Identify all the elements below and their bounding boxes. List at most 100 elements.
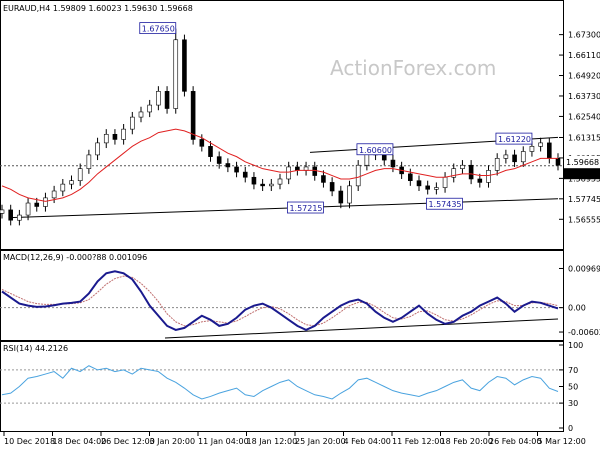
macd-y-tick-label: 0.009695 [568, 264, 600, 273]
price-y-tick-label: 1.62540 [568, 112, 600, 121]
candle-body [390, 159, 396, 168]
candle-body [329, 182, 335, 192]
candle-body [460, 164, 465, 169]
x-axis: 10 Dec 201818 Dec 04:0026 Dec 12:003 Jan… [3, 432, 586, 446]
macd-y-tick-label: -0.006025 [568, 328, 600, 337]
candle-body [416, 180, 422, 187]
candle-body [112, 133, 118, 140]
candle-body [529, 146, 535, 152]
macd-header: MACD(12,26,9) -0.000?88 0.001096 [3, 253, 147, 262]
x-tick-label: 26 Dec 12:00 [101, 437, 155, 446]
candle-body [69, 180, 74, 185]
candle-body [156, 91, 161, 106]
candle-body [251, 176, 257, 185]
watermark: ActionForex.com [330, 56, 496, 80]
annotation-label: 1.60600 [359, 146, 392, 155]
candle-body [0, 209, 5, 214]
candle-body [303, 166, 309, 171]
x-tick-label: 3 Jan 20:00 [150, 437, 196, 446]
x-tick-label: 18 Dec 04:00 [53, 437, 107, 446]
price-y-tick-label: 1.63730 [568, 92, 600, 101]
x-tick-label: 11 Jan 04:00 [198, 437, 249, 446]
price-panel [0, 0, 564, 250]
candle-body [338, 190, 344, 204]
annotation-label: 1.57435 [428, 200, 461, 209]
annotation-label: 1.67650 [142, 25, 175, 34]
annotation-label: 1.61220 [498, 135, 531, 144]
candle-body [503, 154, 509, 159]
candle-body [138, 111, 144, 118]
candle-body [121, 128, 126, 140]
candle-body [486, 170, 491, 183]
candle-body [25, 202, 31, 216]
candle-body [173, 39, 179, 109]
x-tick-label: 26 Feb 04:00 [489, 437, 541, 446]
rsi-y-tick-label: 70 [568, 366, 578, 375]
candle-body [355, 164, 361, 187]
macd-y-axis: 0.009695 0.00 -0.006025 [559, 264, 600, 337]
rsi-y-tick-label: 50 [568, 383, 578, 392]
price-tag: 1.59410 [566, 170, 599, 179]
candle-body [512, 154, 517, 163]
candle-body [190, 91, 196, 140]
price-y-tick-label: 1.61315 [568, 133, 600, 142]
candle-body [494, 158, 500, 171]
candle-body [520, 151, 526, 163]
x-tick-label: 18 Jan 12:00 [247, 437, 298, 446]
candle-body [234, 166, 239, 173]
candle-body [547, 142, 552, 159]
candle-body [164, 91, 170, 109]
price-header: EURAUD,H4 1.59809 1.60023 1.59630 1.5966… [3, 4, 193, 13]
annotation-label: 1.57215 [289, 204, 322, 213]
price-y-tick-label: 1.66110 [568, 51, 600, 60]
candle-body [312, 166, 318, 176]
price-y-tick-label: 1.67300 [568, 31, 600, 40]
candle-body [208, 146, 213, 157]
candle-body [34, 202, 40, 207]
rsi-y-tick-label: 30 [568, 399, 578, 408]
candle-body [260, 183, 265, 187]
rsi-y-tick-label: 100 [568, 341, 583, 350]
candle-body [477, 178, 483, 183]
candle-body [442, 176, 448, 188]
candle-body [381, 154, 387, 161]
candle-body [130, 116, 135, 130]
price-y-tick-label: 1.56555 [568, 215, 600, 224]
candle-body [242, 171, 248, 178]
x-tick-label: 4 Feb 04:00 [344, 437, 391, 446]
candle-body [51, 190, 57, 199]
x-tick-label: 10 Dec 2018 [4, 437, 55, 446]
price-tag: 1.59668 [566, 158, 599, 167]
candle-body [86, 154, 92, 169]
candle-body [147, 104, 152, 113]
candle-body [408, 173, 413, 181]
price-y-tick-label: 1.64920 [568, 72, 600, 81]
x-tick-label: 18 Feb 20:00 [441, 437, 493, 446]
rsi-header: RSI(14) 44.2126 [3, 344, 68, 353]
candle-body [182, 39, 187, 92]
candle-body [347, 185, 352, 204]
candle-body [434, 187, 439, 190]
rsi-panel [0, 341, 564, 432]
candle-body [17, 214, 22, 221]
price-y-tick-label: 1.57745 [568, 195, 600, 204]
x-tick-label: 25 Jan 20:00 [295, 437, 346, 446]
x-tick-label: 5 Mar 12:00 [538, 437, 586, 446]
candle-body [286, 166, 291, 180]
macd-panel [0, 250, 564, 341]
candle-body [295, 166, 300, 171]
candle-body [43, 197, 48, 207]
chart: EURAUD,H4 1.59809 1.60023 1.59630 1.5966… [0, 0, 600, 446]
candle-body [95, 142, 100, 156]
macd-y-tick-label: 0.00 [568, 304, 586, 313]
candle-body [225, 163, 231, 168]
candle-body [321, 175, 326, 183]
candle-body [60, 183, 66, 192]
candle-body [269, 183, 274, 187]
candle-body [468, 164, 474, 180]
x-tick-label: 11 Feb 12:00 [392, 437, 444, 446]
candle-body [77, 168, 83, 181]
candle-body [277, 178, 283, 185]
candle-body [425, 185, 430, 190]
rsi-y-tick-label: 0 [568, 424, 573, 433]
